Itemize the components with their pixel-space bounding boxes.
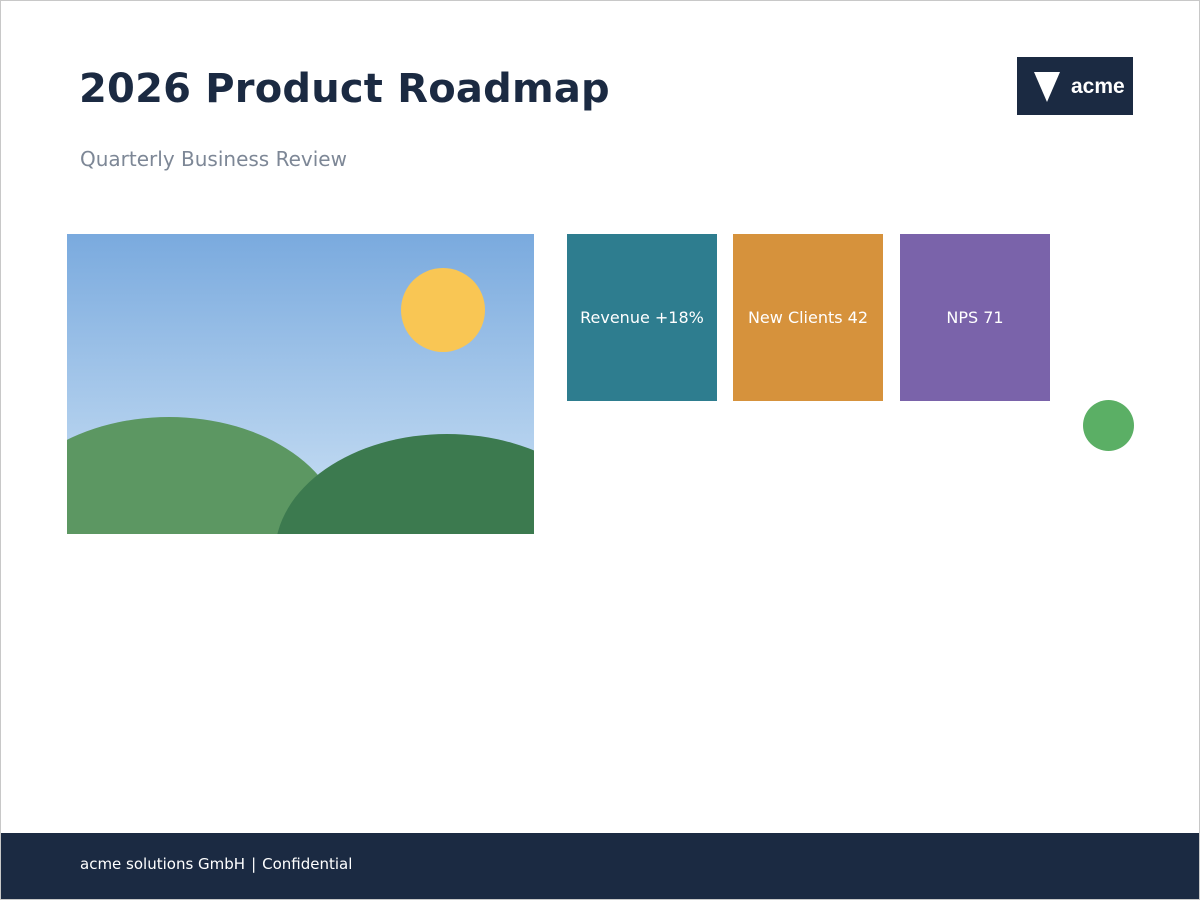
kpi-tile-nps: NPS 71 (900, 234, 1050, 401)
triangle-down-icon (1034, 72, 1060, 102)
slide: 2026 Product Roadmap Quarterly Business … (0, 0, 1200, 900)
sun-icon (401, 268, 485, 352)
slide-subtitle: Quarterly Business Review (80, 147, 347, 171)
accent-dot (1083, 400, 1134, 451)
kpi-tile-new-clients: New Clients 42 (733, 234, 883, 401)
footer-company: acme solutions GmbH (80, 855, 246, 873)
slide-title: 2026 Product Roadmap (79, 66, 610, 112)
logo-text: acme (1071, 75, 1125, 98)
footer-bar: acme solutions GmbH | Confidential (1, 833, 1199, 899)
kpi-label: New Clients 42 (747, 308, 869, 327)
kpi-tile-revenue: Revenue +18% (567, 234, 717, 401)
footer-separator: | (251, 855, 257, 873)
kpi-label: Revenue +18% (580, 308, 704, 327)
footer-label: Confidential (262, 855, 353, 873)
footer-text: acme solutions GmbH | Confidential (80, 854, 352, 874)
kpi-label: NPS 71 (946, 308, 1004, 327)
landscape-image-icon (67, 234, 534, 534)
company-logo: acme (1017, 57, 1133, 115)
